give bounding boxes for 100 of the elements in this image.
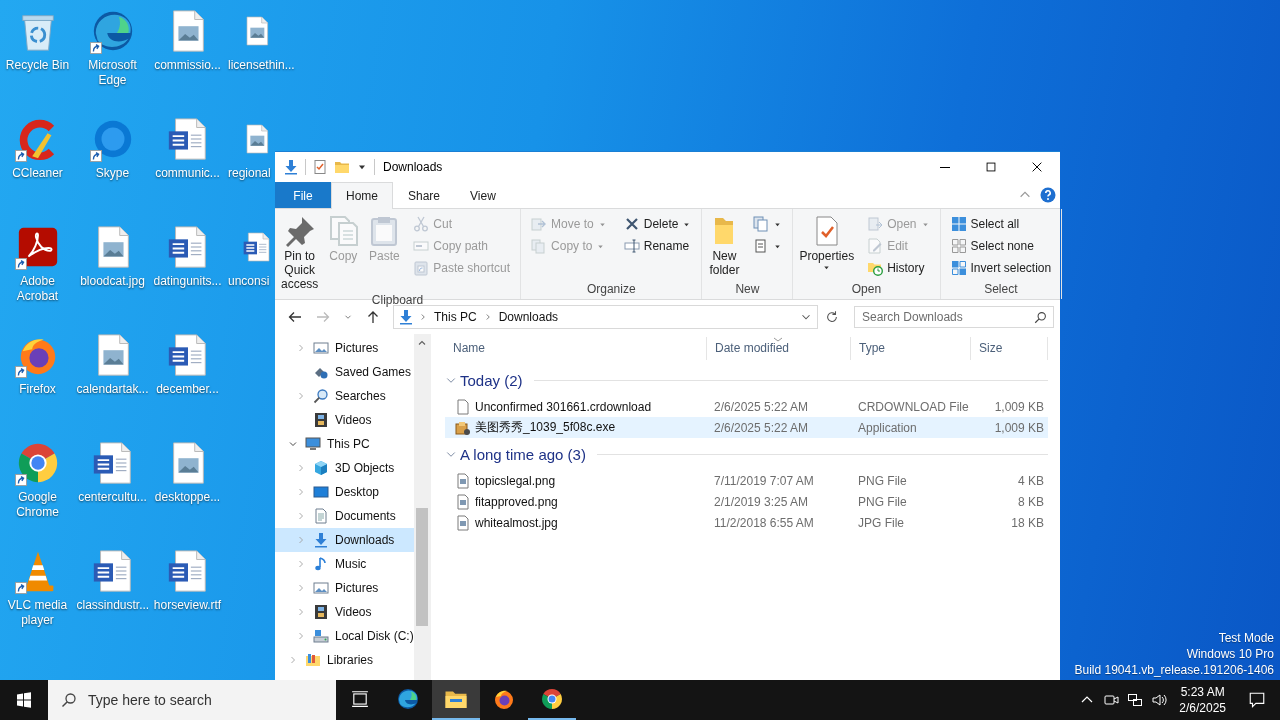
file-row[interactable]: whitealmost.jpg 11/2/2018 6:55 AM JPG File 18 KB	[445, 512, 1048, 533]
desktop-icon	[313, 484, 329, 500]
nav-item[interactable]: Pictures	[275, 576, 414, 600]
nav-item[interactable]: Pictures	[275, 336, 414, 360]
new-item-icon	[753, 216, 770, 232]
file-row[interactable]: fitapproved.png 2/1/2019 3:25 AM PNG File 8 KB	[445, 491, 1048, 512]
edge-icon	[396, 687, 420, 711]
ribbon-button[interactable]: Rename	[620, 235, 695, 257]
file-date: 2/6/2025 5:22 AM	[713, 399, 810, 414]
music-note-icon	[313, 556, 329, 572]
file-size: 1,009 KB	[993, 399, 1045, 414]
nav-item[interactable]: Music	[275, 552, 414, 576]
rename-icon	[623, 238, 640, 254]
cube-icon	[313, 460, 329, 476]
taskbar-search-field[interactable]: Type here to search	[48, 680, 336, 720]
ribbon-tab[interactable]: Home	[331, 182, 393, 209]
ribbon-button[interactable]: Select none	[947, 235, 1055, 257]
ribbon-tab[interactable]: View	[455, 182, 511, 208]
ribbon-button[interactable]: New folder	[705, 213, 744, 279]
nav-item[interactable]: Downloads	[275, 528, 414, 552]
search-icon	[1034, 311, 1047, 324]
nav-item[interactable]: Desktop	[275, 480, 414, 504]
nav-item[interactable]: 3D Objects	[275, 456, 414, 480]
column-header[interactable]: Name	[445, 337, 707, 360]
invert-selection-icon	[950, 260, 967, 276]
file-type: JPG File	[857, 515, 905, 530]
image-file-icon	[455, 472, 471, 489]
ribbon-button[interactable]: History	[864, 257, 933, 279]
nav-item[interactable]: Documents	[275, 504, 414, 528]
ribbon-group-label: New	[734, 282, 761, 298]
file-row[interactable]: Unconfirmed 301661.crdownload 2/6/2025 5:22 AM CRDOWNLOAD File 1,009 KB	[445, 396, 1048, 417]
edit-icon	[867, 238, 884, 254]
address-bar[interactable]: This PC Downloads	[393, 305, 818, 329]
scrollbar[interactable]	[414, 334, 430, 680]
file-row[interactable]: topicslegal.png 7/11/2019 7:07 AM PNG File 4 KB	[445, 470, 1048, 491]
film-icon	[313, 604, 329, 620]
camera-icon[interactable]	[1103, 692, 1120, 708]
copy-path-icon	[413, 238, 430, 254]
column-header[interactable]: Size	[971, 337, 1048, 360]
download-icon	[398, 309, 414, 325]
ribbon-tab[interactable]: Share	[393, 182, 456, 208]
properties-icon[interactable]	[312, 159, 328, 175]
speaker-icon[interactable]	[1151, 692, 1168, 708]
system-info-text: Windows 10 Pro	[1185, 646, 1274, 662]
scissors-icon	[413, 216, 430, 232]
file-type: PNG File	[857, 494, 908, 509]
sort-caret-icon	[773, 337, 783, 342]
help-icon[interactable]	[1040, 187, 1056, 203]
nav-item[interactable]: Searches	[275, 384, 414, 408]
delete-icon	[623, 216, 640, 232]
open-icon	[867, 216, 884, 232]
select-none-icon	[950, 238, 967, 254]
network-icon[interactable]	[1127, 692, 1144, 708]
installer-icon	[455, 419, 471, 436]
nav-item[interactable]: Local Disk (C:)	[275, 624, 414, 648]
search-field[interactable]: Search Downloads	[854, 306, 1054, 328]
shortcut-arrow-icon	[14, 366, 27, 378]
ribbon-button[interactable]: Properties	[796, 213, 858, 274]
column-header[interactable]: Date modified	[707, 337, 851, 360]
column-header[interactable]: Type	[851, 337, 971, 360]
file-menu-tab[interactable]: File	[275, 182, 331, 208]
ribbon-button[interactable]: Invert selection	[947, 257, 1055, 279]
move-to-icon	[531, 216, 548, 232]
notification-icon	[1248, 691, 1266, 709]
ribbon-button[interactable]: Pin to Quick access	[278, 213, 322, 293]
system-info-text: Test Mode	[1217, 630, 1274, 646]
breadcrumb[interactable]: Downloads	[496, 310, 561, 324]
group-header[interactable]: A long time ago (3)	[445, 444, 1048, 464]
file-name: Unconfirmed 301661.crdownload	[475, 399, 652, 414]
chrome-icon	[540, 687, 564, 711]
nav-item[interactable]: Videos	[275, 600, 414, 624]
nav-item[interactable]: This PC	[275, 432, 414, 456]
ribbon-button[interactable]: Delete	[620, 213, 695, 235]
document-icon	[313, 508, 329, 524]
nav-item[interactable]: Libraries	[275, 648, 414, 672]
pictures-icon	[313, 580, 329, 596]
file-date: 11/2/2018 6:55 AM	[713, 515, 815, 530]
file-row[interactable]: 美图秀秀_1039_5f08c.exe 2/6/2025 5:22 AM Application 1,009 KB	[445, 417, 1048, 438]
breadcrumb[interactable]: This PC	[432, 310, 479, 324]
copy-icon	[327, 215, 360, 247]
search-icon	[313, 388, 329, 404]
clock[interactable]: 5:23 AM 2/6/2025	[1171, 680, 1234, 720]
file-size: 1,009 KB	[993, 420, 1045, 435]
computer-icon	[305, 436, 321, 452]
file-date: 7/11/2019 7:07 AM	[713, 473, 815, 488]
file-name: fitapproved.png	[475, 494, 558, 509]
forward-arrow-icon	[315, 309, 331, 325]
film-icon	[313, 412, 329, 428]
nav-item[interactable]: Videos	[275, 408, 414, 432]
file-size: 8 KB	[1017, 494, 1045, 509]
windows-logo-icon	[16, 692, 32, 708]
taskbar-button[interactable]	[432, 680, 480, 720]
group-header[interactable]: Today (2)	[445, 370, 1048, 390]
shortcut-arrow-icon	[89, 150, 102, 162]
ribbon-button[interactable]: Select all	[947, 213, 1055, 235]
drive-icon	[313, 628, 329, 644]
nav-item[interactable]: Saved Games	[275, 360, 414, 384]
download-icon[interactable]	[283, 159, 299, 175]
file-name: whitealmost.jpg	[475, 515, 558, 530]
folder-icon[interactable]	[334, 159, 350, 175]
